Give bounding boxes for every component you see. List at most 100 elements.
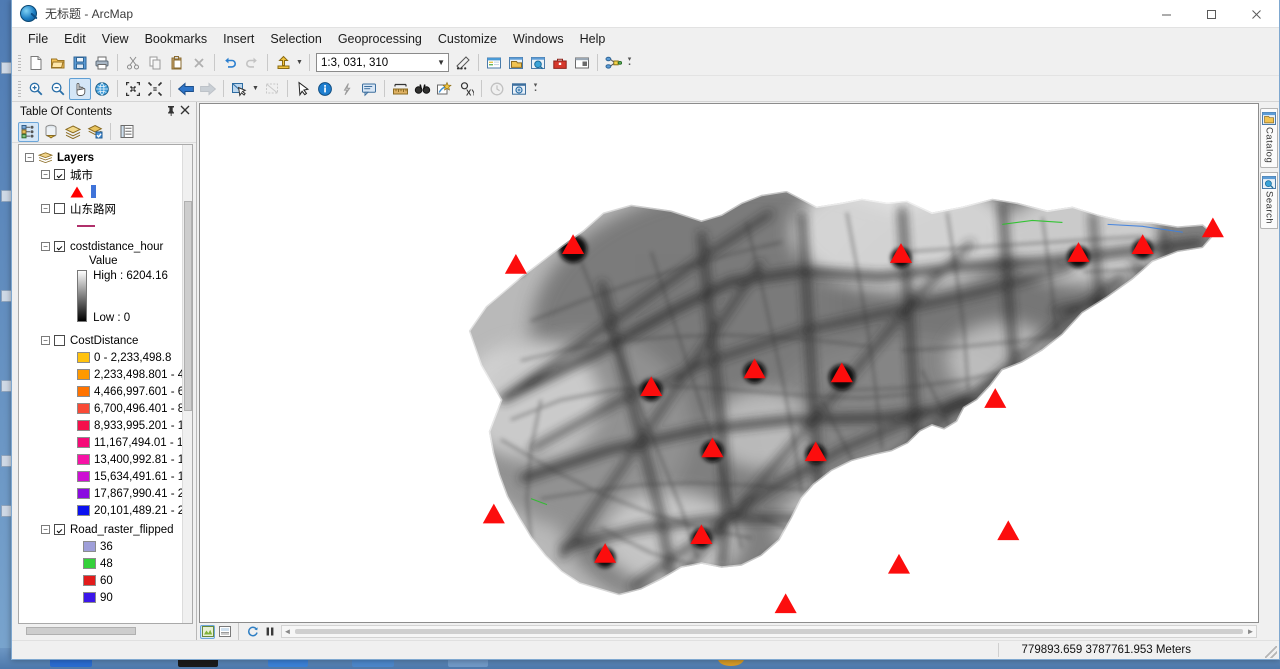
menu-geoprocessing[interactable]: Geoprocessing	[330, 29, 430, 49]
map-horizontal-scrollbar[interactable]: ◄ ►	[281, 625, 1257, 638]
python-window-icon[interactable]	[571, 52, 593, 74]
menu-insert[interactable]: Insert	[215, 29, 262, 49]
open-icon[interactable]	[47, 52, 69, 74]
select-elements-icon[interactable]	[292, 78, 314, 100]
layer-visibility-checkbox[interactable]	[54, 203, 65, 214]
dock-tab-catalog[interactable]: Catalog	[1260, 108, 1278, 169]
catalog-window-icon[interactable]	[505, 52, 527, 74]
time-slider-icon[interactable]	[486, 78, 508, 100]
table-of-contents-icon[interactable]	[483, 52, 505, 74]
add-data-icon[interactable]	[272, 52, 294, 74]
layout-view-icon[interactable]	[217, 625, 232, 639]
menu-windows[interactable]: Windows	[505, 29, 572, 49]
pause-drawing-icon[interactable]	[262, 625, 277, 639]
menu-help[interactable]: Help	[572, 29, 614, 49]
expander-icon[interactable]: −	[41, 204, 50, 213]
toc-root-layers[interactable]: − Layers	[19, 149, 192, 166]
list-by-visibility-icon[interactable]	[62, 122, 83, 142]
toc-vertical-scrollbar[interactable]	[182, 145, 192, 623]
layer-visibility-checkbox[interactable]	[54, 169, 65, 180]
expander-icon[interactable]: −	[41, 242, 50, 251]
expander-icon[interactable]: −	[41, 336, 50, 345]
zoom-out-icon[interactable]	[47, 78, 69, 100]
fixed-zoom-out-icon[interactable]	[144, 78, 166, 100]
editor-toolbar-icon[interactable]	[452, 52, 474, 74]
full-extent-icon[interactable]	[91, 78, 113, 100]
save-icon[interactable]	[69, 52, 91, 74]
toc-layer-chengshi[interactable]: − 城市	[19, 166, 192, 183]
resize-grip[interactable]	[1265, 646, 1277, 658]
data-view-icon[interactable]	[200, 624, 215, 639]
redo-icon[interactable]	[241, 52, 263, 74]
toc-layer-costdistance-hour[interactable]: − costdistance_hour	[19, 238, 192, 255]
paste-icon[interactable]	[166, 52, 188, 74]
scroll-left-icon[interactable]: ◄	[282, 627, 293, 636]
undo-icon[interactable]	[219, 52, 241, 74]
toolbar-grip[interactable]	[18, 54, 21, 71]
back-extent-icon[interactable]	[175, 78, 197, 100]
expander-icon[interactable]: −	[41, 525, 50, 534]
toolbar-grip[interactable]	[18, 80, 21, 97]
expander-icon[interactable]: −	[25, 153, 34, 162]
copy-icon[interactable]	[144, 52, 166, 74]
new-map-icon[interactable]	[25, 52, 47, 74]
cut-icon[interactable]	[122, 52, 144, 74]
find-route-icon[interactable]	[433, 78, 455, 100]
identify-icon[interactable]	[314, 78, 336, 100]
arctoolbox-icon[interactable]	[549, 52, 571, 74]
map-scale-combobox[interactable]: 1:3, 031, 310 ▼	[316, 53, 449, 72]
select-dropdown-icon[interactable]: ▼	[250, 78, 261, 100]
html-popup-icon[interactable]	[358, 78, 380, 100]
list-by-selection-icon[interactable]	[84, 122, 105, 142]
select-features-icon[interactable]	[228, 78, 250, 100]
chevron-down-icon[interactable]: ▼	[437, 54, 445, 71]
toc-horizontal-scrollbar[interactable]	[18, 626, 193, 637]
delete-icon[interactable]	[188, 52, 210, 74]
map-canvas[interactable]	[199, 103, 1259, 623]
create-viewer-icon[interactable]	[508, 78, 530, 100]
zoom-in-icon[interactable]	[25, 78, 47, 100]
layer-visibility-checkbox[interactable]	[54, 335, 65, 346]
map-scroll-track[interactable]	[295, 629, 1243, 634]
minimize-button[interactable]	[1144, 0, 1189, 28]
measure-icon[interactable]	[389, 78, 411, 100]
menu-selection[interactable]: Selection	[262, 29, 329, 49]
menu-file[interactable]: File	[20, 29, 56, 49]
layer-visibility-checkbox[interactable]	[54, 524, 65, 535]
find-icon[interactable]	[411, 78, 433, 100]
menu-edit[interactable]: Edit	[56, 29, 94, 49]
print-icon[interactable]	[91, 52, 113, 74]
fixed-zoom-in-icon[interactable]	[122, 78, 144, 100]
search-window-icon[interactable]	[527, 52, 549, 74]
close-button[interactable]	[1234, 0, 1279, 28]
toc-close-icon[interactable]	[178, 105, 192, 118]
options-icon[interactable]	[116, 122, 137, 142]
maximize-button[interactable]	[1189, 0, 1234, 28]
add-data-dropdown-icon[interactable]: ▼	[294, 52, 305, 74]
expander-icon[interactable]: −	[41, 170, 50, 179]
toolbar-overflow-icon[interactable]: ▾ ▪	[624, 52, 635, 74]
list-by-drawing-order-icon[interactable]	[18, 121, 39, 142]
dock-tab-search[interactable]: Search	[1260, 172, 1278, 230]
toc-hscroll-thumb[interactable]	[26, 627, 136, 635]
toc-tree[interactable]: − Layers − 城市 − 山东路网 − costdistance_hour…	[18, 144, 193, 624]
modelbuilder-icon[interactable]	[602, 52, 624, 74]
toc-layer-shandongluwang[interactable]: − 山东路网	[19, 200, 192, 217]
menu-view[interactable]: View	[94, 29, 137, 49]
refresh-view-icon[interactable]	[245, 625, 260, 639]
list-by-source-icon[interactable]	[40, 122, 61, 142]
menu-bookmarks[interactable]: Bookmarks	[137, 29, 216, 49]
toc-auto-hide-pin-icon[interactable]	[164, 105, 178, 119]
clear-selection-icon[interactable]	[261, 78, 283, 100]
toc-scroll-thumb[interactable]	[184, 201, 192, 411]
scroll-right-icon[interactable]: ►	[1245, 627, 1256, 636]
toolbar-overflow-icon[interactable]: ▾ ▪	[530, 78, 541, 100]
layer-visibility-checkbox[interactable]	[54, 241, 65, 252]
forward-extent-icon[interactable]	[197, 78, 219, 100]
toc-layer-costdistance[interactable]: − CostDistance	[19, 332, 192, 349]
hyperlink-icon[interactable]	[336, 78, 358, 100]
pan-icon[interactable]	[69, 77, 91, 100]
toc-layer-road-raster-flipped[interactable]: − Road_raster_flipped	[19, 521, 192, 538]
menu-customize[interactable]: Customize	[430, 29, 505, 49]
go-to-xy-icon[interactable]: XY	[455, 78, 477, 100]
